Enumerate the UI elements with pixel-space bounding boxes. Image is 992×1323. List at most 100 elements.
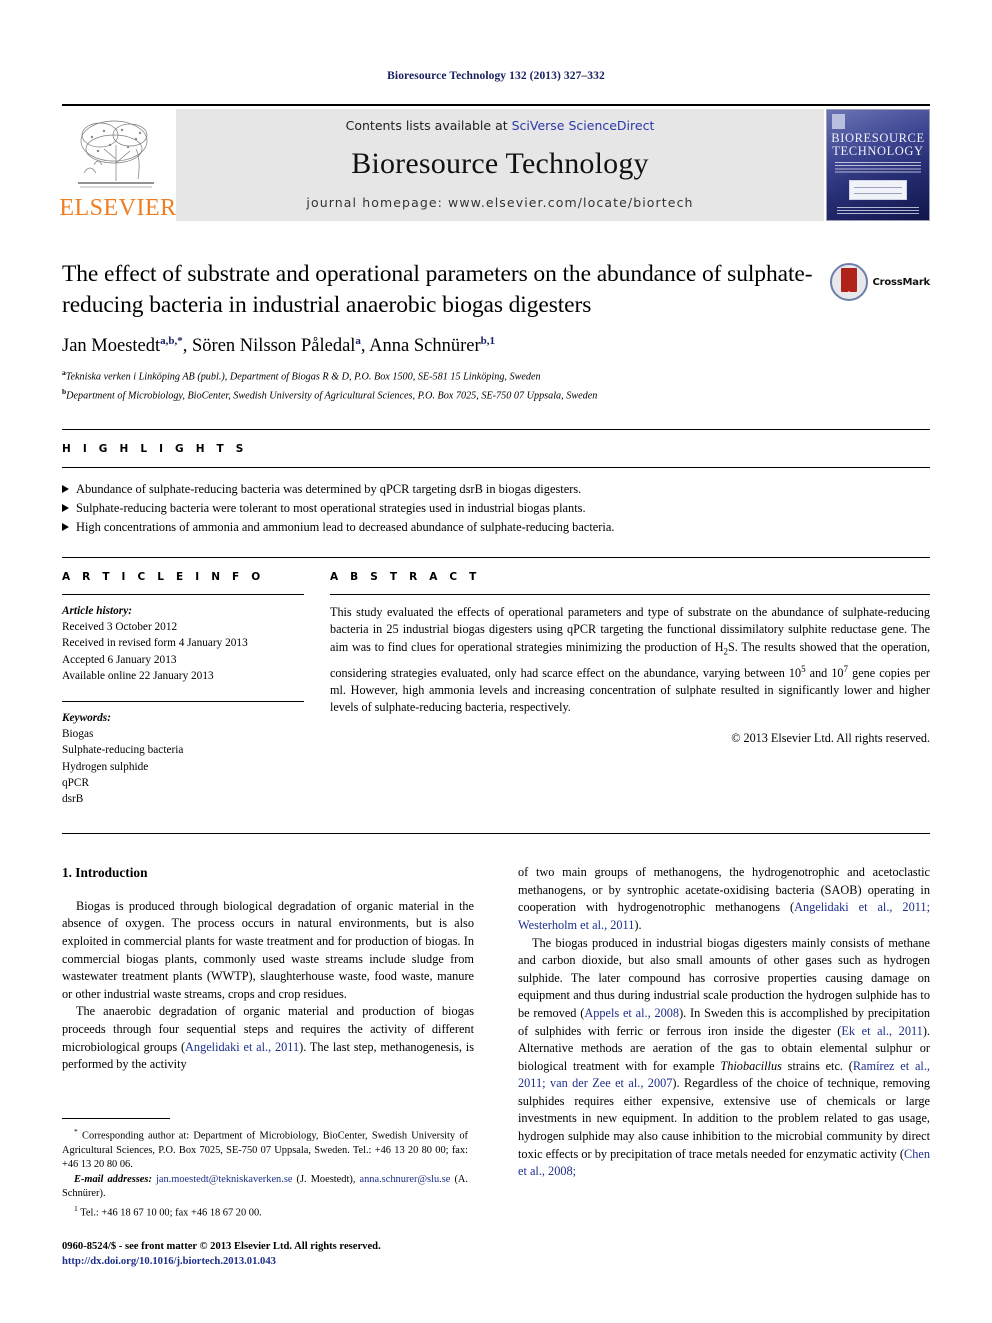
cover-name-line2: TECHNOLOGY (832, 144, 924, 158)
intro-p3-text-d: strains etc. ( (781, 1058, 853, 1073)
banner-center: Contents lists available at SciVerse Sci… (176, 109, 824, 221)
triangle-bullet-icon (62, 484, 69, 493)
highlights-heading: H I G H L I G H T S (62, 442, 248, 455)
email-link-1[interactable]: jan.moestedt@tekniskaverken.se (156, 1174, 293, 1185)
crossmark-book-shape (841, 268, 858, 298)
abstract-copyright: © 2013 Elsevier Ltd. All rights reserved… (731, 730, 930, 745)
cover-elsevier-icon (832, 114, 845, 129)
page-title: The effect of substrate and operational … (62, 261, 813, 318)
journal-homepage-link[interactable]: journal homepage: www.elsevier.com/locat… (306, 195, 693, 210)
footnote-note-1: 1 Tel.: +46 18 67 10 00; fax +46 18 67 2… (62, 1202, 468, 1221)
history-item-2: Received in revised form 4 January 2013 (62, 637, 248, 650)
journal-banner: ELSEVIER Contents lists available at Sci… (59, 109, 930, 221)
email-owner-1: (J. Moestedt), (292, 1173, 360, 1185)
contents-available-line: Contents lists available at SciVerse Sci… (346, 118, 655, 133)
affiliation-text-b: Department of Microbiology, BioCenter, S… (66, 389, 598, 401)
elsevier-tree-icon (70, 115, 166, 195)
body-right-column: of two main groups of methanogens, the h… (496, 864, 930, 1294)
species-name-thiobacillus: Thiobacillus (720, 1058, 782, 1073)
keyword-1: Biogas (62, 728, 94, 741)
highlight-text-1: Abundance of sulphate-reducing bacteria … (76, 481, 582, 496)
affiliation-list: aTekniska verken i Linköping AB (publ.),… (62, 366, 816, 403)
intro-paragraph-3: The biogas produced in industrial biogas… (518, 935, 930, 1181)
keyword-5: dsrB (62, 792, 84, 805)
section-heading-introduction: 1. Introduction (62, 865, 148, 881)
author-name-3: Anna Schnürer (369, 336, 481, 357)
journal-article-page: Bioresource Technology 132 (2013) 327–33… (0, 0, 992, 1323)
keyword-4: qPCR (62, 776, 90, 789)
author-marks-2: a (355, 335, 361, 347)
highlight-item-3: High concentrations of ammonia and ammon… (62, 518, 930, 537)
intro-paragraph-1: Biogas is produced through biological de… (62, 898, 474, 1001)
doi-link[interactable]: http://dx.doi.org/10.1016/j.biortech.201… (62, 1255, 482, 1270)
highlights-top-rule (62, 428, 930, 430)
highlights-list: Abundance of sulphate-reducing bacteria … (62, 480, 930, 537)
highlight-text-2: Sulphate-reducing bacteria were tolerant… (76, 500, 586, 515)
article-info-column: A R T I C L E I N F O Article history: R… (62, 571, 330, 807)
crossmark-icon (830, 263, 869, 301)
intro-paragraph-2: The anaerobic degradation of organic mat… (62, 1003, 474, 1073)
highlights-mid-rule (62, 466, 930, 468)
keywords-rule (62, 700, 304, 702)
history-item-4: Available online 22 January 2013 (62, 669, 214, 682)
imprint-front-matter: 0960-8524/$ - see front matter © 2013 El… (62, 1241, 381, 1252)
article-history-block: Article history: Received 3 October 2012… (62, 603, 304, 684)
cover-journal-name: BIORESOURCE TECHNOLOGY (827, 132, 929, 158)
info-top-rule (62, 556, 930, 558)
info-abstract-zone: A R T I C L E I N F O Article history: R… (62, 571, 930, 807)
banner-top-rule (62, 104, 930, 106)
author-marks-1: a,b,* (160, 335, 183, 347)
keywords-block: Keywords: Biogas Sulphate-reducing bacte… (62, 710, 304, 807)
affiliation-b: bDepartment of Microbiology, BioCenter, … (62, 385, 816, 403)
triangle-bullet-icon (62, 503, 69, 512)
cover-footer-texture (837, 207, 919, 214)
article-info-heading: A R T I C L E I N F O (62, 570, 265, 583)
triangle-bullet-icon (62, 522, 69, 531)
crossmark-badge[interactable]: CrossMark (830, 259, 930, 301)
highlight-text-3: High concentrations of ammonia and ammon… (76, 519, 615, 534)
cover-subtitle-texture (835, 162, 921, 175)
citation-ek-2011[interactable]: Ek et al., 2011 (841, 1024, 922, 1038)
history-item-3: Accepted 6 January 2013 (62, 653, 177, 666)
citation-angelidaki-2011[interactable]: Angelidaki et al., 2011 (185, 1040, 299, 1054)
cover-figure-panel (849, 180, 907, 200)
footnote-note-1-text: Tel.: +46 18 67 10 00; fax +46 18 67 20 … (80, 1206, 262, 1218)
abstract-part-3: and 10 (805, 665, 844, 680)
author-list: Jan Moestedta,b,*, Sören Nilsson Påledal… (62, 335, 496, 357)
article-info-rule (62, 593, 304, 595)
body-columns: 1. Introduction Biogas is produced throu… (62, 864, 930, 1294)
author-marks-3: b,1 (480, 335, 496, 347)
author-name-2: Sören Nilsson Påledal (192, 336, 356, 357)
elsevier-wordmark: ELSEVIER (59, 195, 177, 221)
footnote-corresponding-author: * Corresponding author at: Department of… (62, 1125, 468, 1173)
email-link-2[interactable]: anna.schnurer@slu.se (359, 1174, 450, 1185)
keywords-label: Keywords: (62, 711, 111, 724)
footnote-separator-rule (62, 1118, 170, 1119)
journal-title: Bioresource Technology (351, 147, 649, 180)
keyword-3: Hydrogen sulphide (62, 760, 149, 773)
sciencedirect-link[interactable]: SciVerse ScienceDirect (512, 118, 655, 133)
body-top-rule (62, 833, 930, 835)
article-history-label: Article history: (62, 604, 132, 617)
history-item-1: Received 3 October 2012 (62, 621, 178, 634)
footnote-mark-1: 1 (74, 1203, 78, 1213)
highlight-item-1: Abundance of sulphate-reducing bacteria … (62, 480, 930, 499)
footnote-corresponding-text: Corresponding author at: Department of M… (62, 1130, 468, 1171)
citation-appels-2008[interactable]: Appels et al., 2008 (584, 1006, 679, 1020)
intro-p2c-text-b: ). (634, 917, 642, 932)
title-and-authors: The effect of substrate and operational … (62, 259, 830, 403)
email-addresses-label: E-mail addresses: (74, 1173, 152, 1185)
journal-cover-thumbnail: BIORESOURCE TECHNOLOGY (826, 109, 930, 221)
body-left-column: 1. Introduction Biogas is produced throu… (62, 864, 496, 1294)
crossmark-label: CrossMark (872, 276, 930, 288)
abstract-text: This study evaluated the effects of oper… (330, 604, 930, 717)
footnotes-zone: * Corresponding author at: Department of… (62, 1118, 468, 1220)
contents-prefix: Contents lists available at (345, 118, 512, 133)
abstract-rule (330, 593, 930, 595)
author-name-1: Jan Moestedt (62, 336, 161, 357)
affiliation-a: aTekniska verken i Linköping AB (publ.),… (62, 366, 816, 384)
footnote-mark-asterisk: * (74, 1127, 78, 1136)
footnote-emails: E-mail addresses: jan.moestedt@tekniskav… (62, 1173, 468, 1202)
abstract-column: A B S T R A C T This study evaluated the… (330, 571, 930, 807)
elsevier-logo: ELSEVIER (59, 109, 177, 221)
